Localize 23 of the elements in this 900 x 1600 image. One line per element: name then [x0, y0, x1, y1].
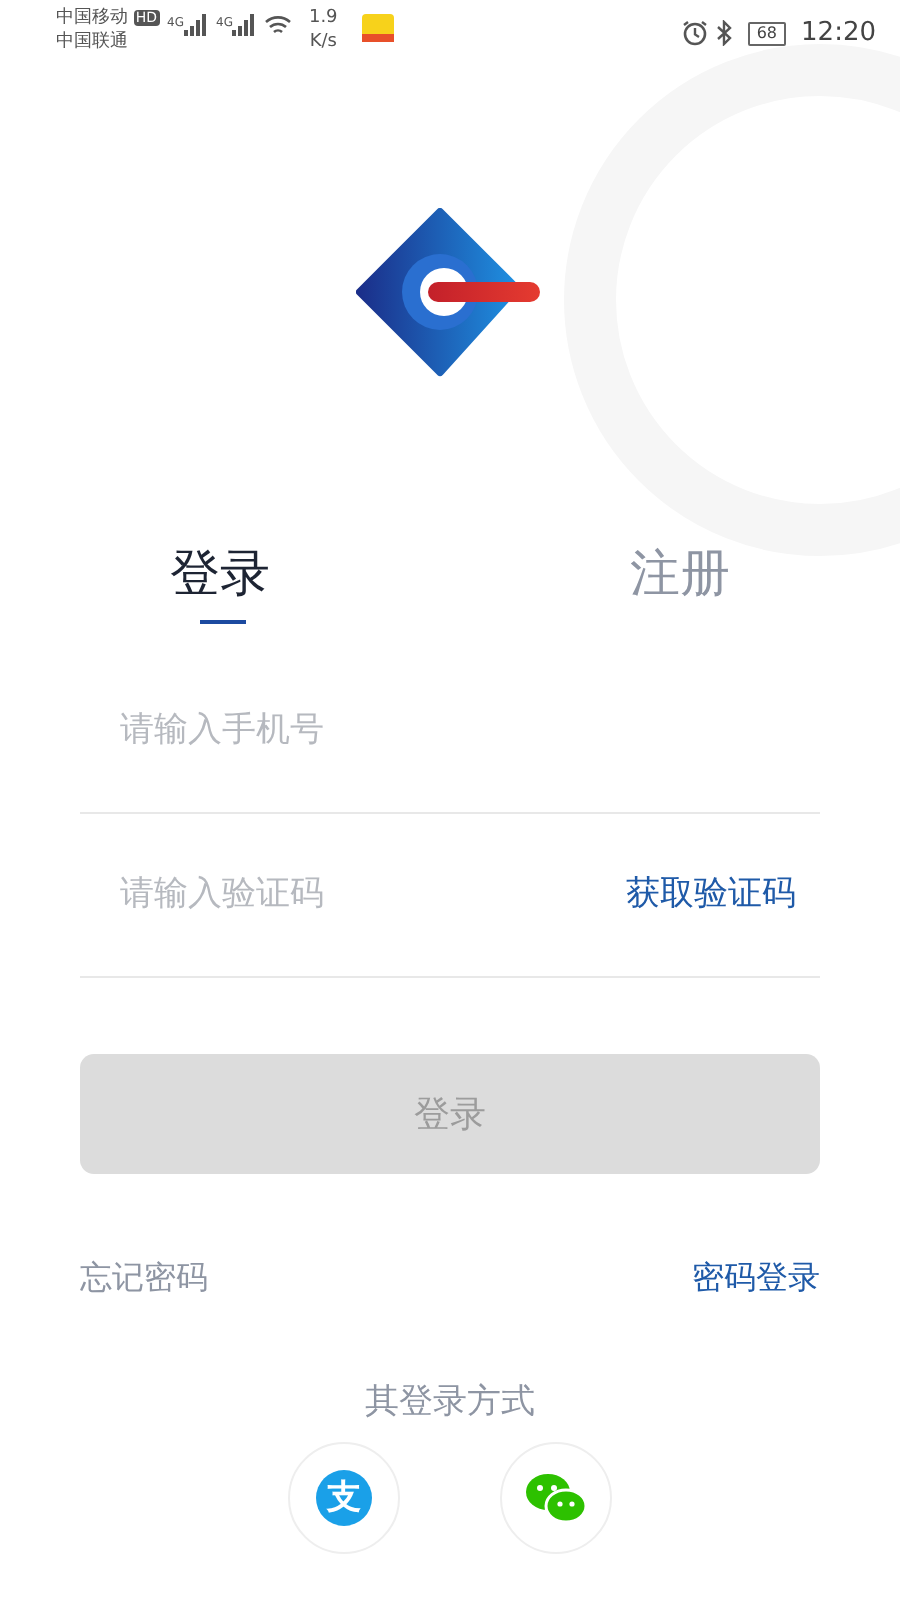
bluetooth-icon	[716, 20, 733, 47]
alipay-login-button[interactable]: 支	[288, 1441, 400, 1553]
other-login-title: 其登录方式	[363, 1380, 537, 1426]
alipay-icon: 支	[316, 1469, 372, 1525]
forgot-password-link[interactable]: 忘记密码	[80, 1254, 208, 1302]
tab[interactable]: 登录	[170, 544, 270, 624]
input-field[interactable]: 请输入验证码	[116, 867, 626, 923]
tab[interactable]: 注册	[630, 544, 730, 624]
chat-bubbles-icon	[524, 1469, 588, 1525]
battery-indicator: 68	[748, 21, 786, 46]
signal-icon	[232, 14, 257, 36]
app-notification-icon	[361, 14, 394, 42]
alarm-icon	[682, 20, 709, 47]
speed-unit: K/s	[308, 30, 338, 54]
clock: 12:20	[801, 16, 876, 52]
get-code-link[interactable]: 获取验证码	[626, 869, 820, 921]
input-field[interactable]: 请输入手机号	[116, 703, 820, 759]
speed-value: 1.9	[308, 6, 338, 30]
carrier-name: 中国移动	[56, 8, 128, 28]
wifi-icon	[264, 14, 293, 36]
signal-icon	[184, 14, 208, 36]
carrier-name: 中国联通	[56, 30, 130, 54]
password-login-link[interactable]: 密码登录	[692, 1254, 820, 1302]
